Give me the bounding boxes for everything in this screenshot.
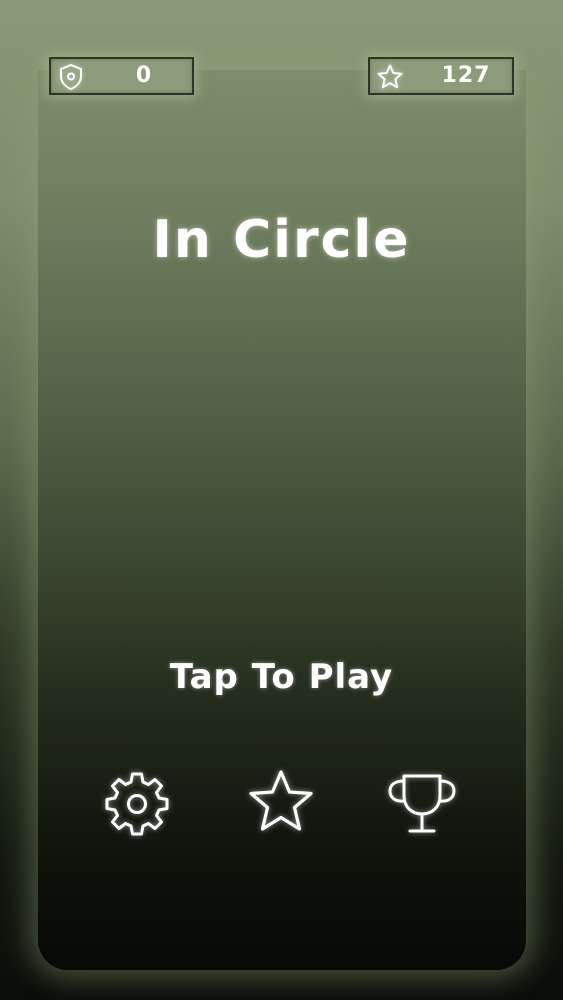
tap-to-play-button[interactable]: Tap To Play [0,657,563,697]
gear-icon [105,772,169,836]
star-icon [249,770,313,831]
game-screen: 0 127 In Circle Tap To Play [0,0,563,1000]
star-count: 127 [441,63,491,88]
game-title: In Circle [152,210,411,270]
settings-button[interactable] [99,766,175,842]
shield-icon [56,62,86,92]
star-icon [375,62,405,92]
shield-counter: 0 [49,57,194,95]
shield-count: 0 [135,63,153,88]
trophy-icon [388,774,456,833]
star-counter: 127 [368,57,514,95]
rate-button[interactable] [243,766,319,842]
leaderboard-button[interactable] [384,766,460,842]
